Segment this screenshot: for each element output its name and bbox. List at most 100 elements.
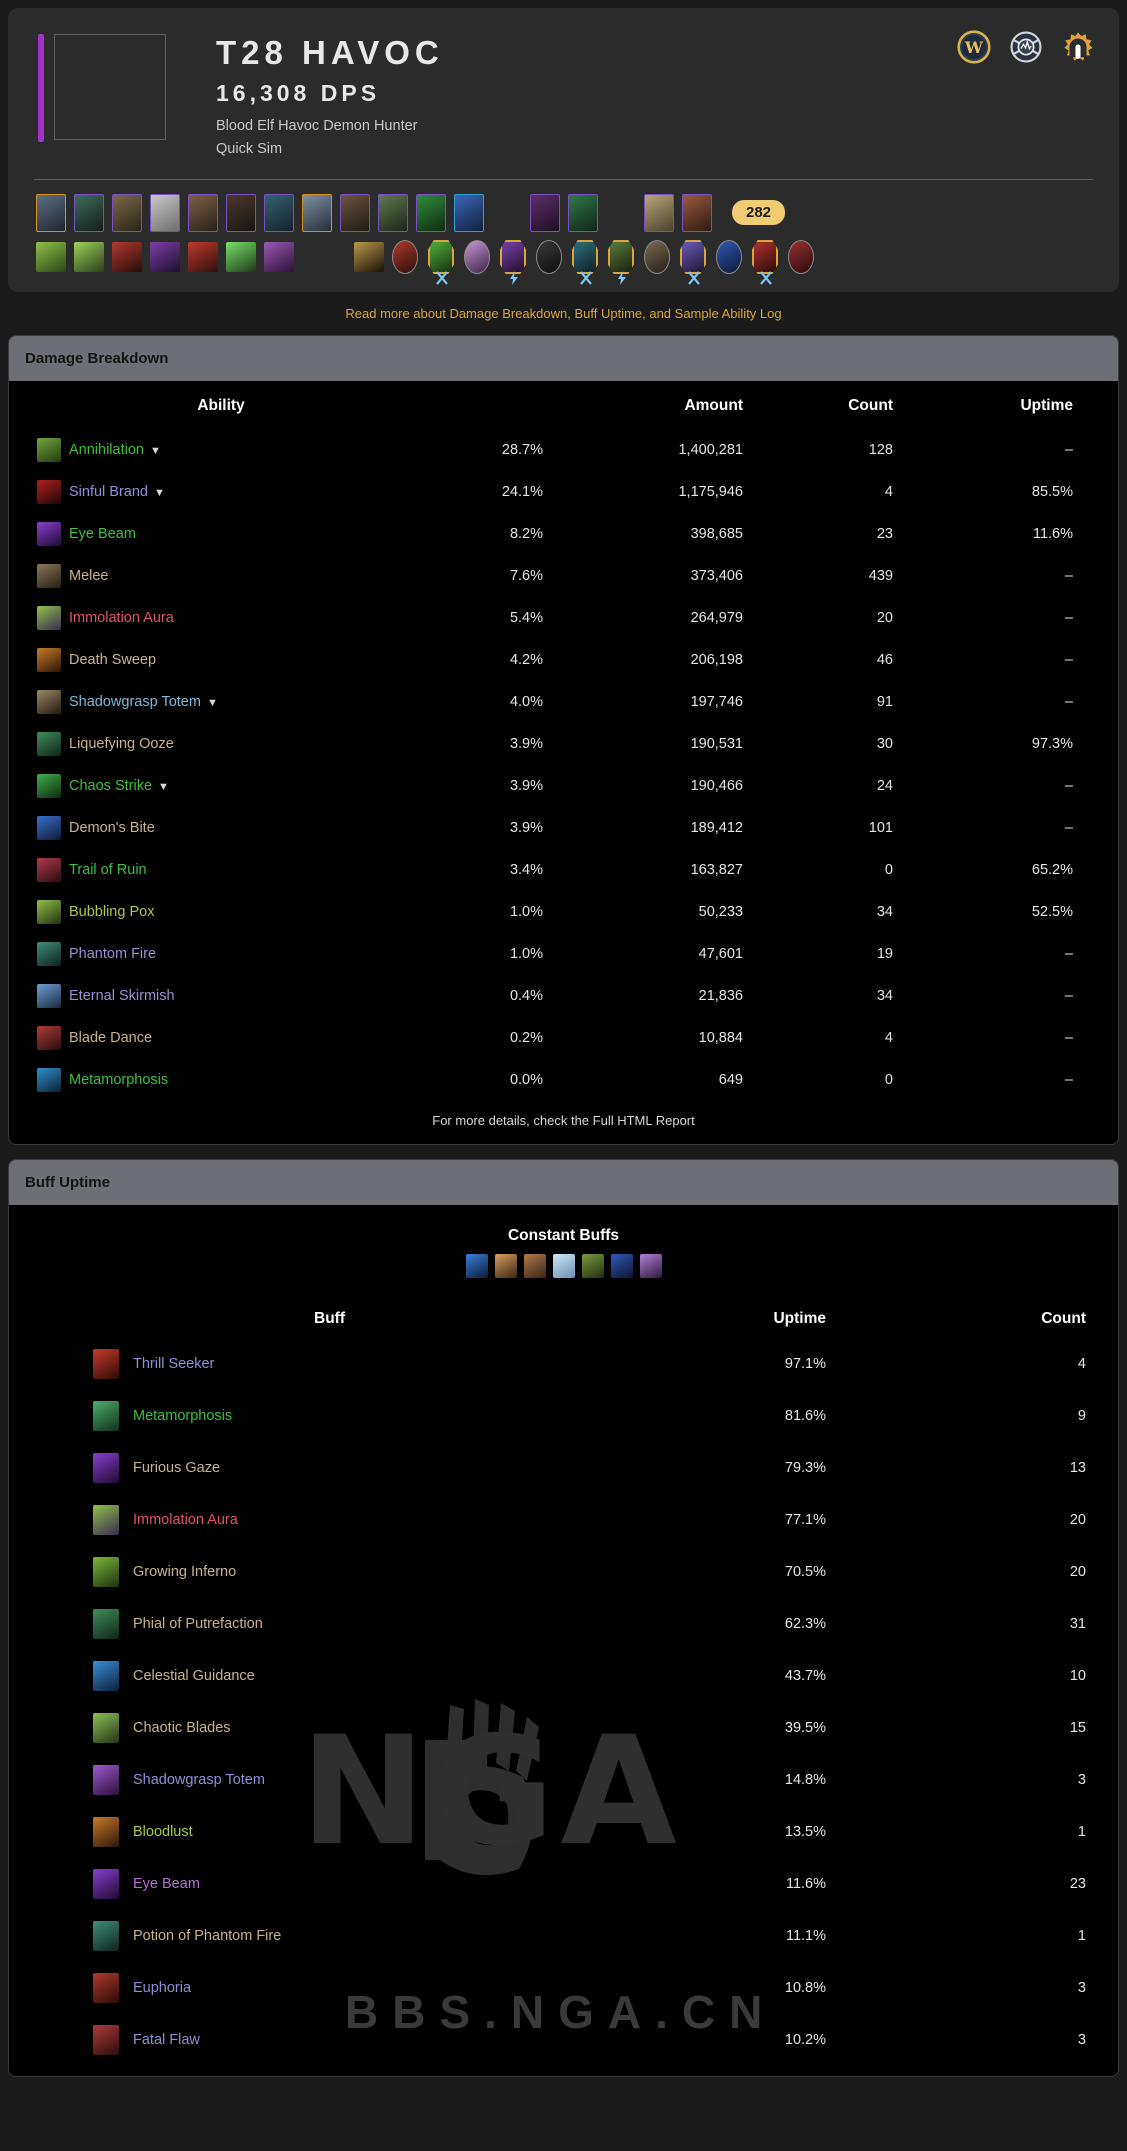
talent-7[interactable]	[264, 241, 294, 272]
ability-link[interactable]: Bubbling Pox	[69, 904, 154, 920]
list-item: Shadowgrasp Totem 14.8% 3	[9, 1754, 1118, 1806]
list-item: Celestial Guidance 43.7% 10	[9, 1650, 1118, 1702]
soulbind-4[interactable]	[644, 239, 672, 274]
ability-count-cell: 0	[884, 1071, 893, 1088]
full-report-note[interactable]: For more details, check the Full HTML Re…	[9, 1101, 1118, 1134]
buff-link[interactable]: Metamorphosis	[133, 1408, 232, 1424]
buff-link[interactable]: Shadowgrasp Totem	[133, 1772, 265, 1788]
buff-link[interactable]: Furious Gaze	[133, 1460, 220, 1476]
wow-armory-icon[interactable]: W	[957, 30, 991, 64]
gear-trinket2[interactable]	[568, 193, 598, 232]
buff-link[interactable]: Celestial Guidance	[133, 1668, 255, 1684]
read-more-link[interactable]: Read more about Damage Breakdown, Buff U…	[345, 306, 781, 321]
conduit-1[interactable]	[428, 239, 456, 285]
gear-ring2[interactable]	[454, 193, 484, 232]
gear-head[interactable]	[36, 193, 66, 232]
ability-link[interactable]: Liquefying Ooze	[69, 736, 174, 752]
buff-icon	[93, 1504, 119, 1535]
damage-breakdown-panel: Damage Breakdown Ability Amount Count Up…	[8, 334, 1119, 1145]
talent-4[interactable]	[150, 241, 180, 272]
talent-2[interactable]	[74, 241, 104, 272]
ability-link[interactable]: Melee	[69, 568, 109, 584]
buff-link[interactable]: Growing Inferno	[133, 1564, 236, 1580]
gear-ring1[interactable]	[416, 193, 446, 232]
ability-link[interactable]: Blade Dance	[69, 1030, 152, 1046]
buff-link[interactable]: Phial of Putrefaction	[133, 1616, 263, 1632]
ability-link[interactable]: Metamorphosis	[69, 1072, 168, 1088]
buff-uptime-cell: 81.6%	[784, 1407, 826, 1424]
conduit-4[interactable]	[608, 239, 636, 285]
ability-count-cell: 20	[876, 609, 893, 626]
conduit-2[interactable]	[500, 239, 528, 285]
list-item: Furious Gaze 79.3% 13	[9, 1442, 1118, 1494]
buff-link[interactable]: Euphoria	[133, 1980, 191, 1996]
ability-link[interactable]: Phantom Fire	[69, 946, 156, 962]
warcraft-logs-icon[interactable]	[1009, 30, 1043, 64]
soulbind-2[interactable]	[464, 239, 492, 274]
list-item: Fatal Flaw 10.2% 3	[9, 2014, 1118, 2066]
list-item: Euphoria 10.8% 3	[9, 1962, 1118, 2014]
ability-icon	[37, 563, 61, 588]
ability-link[interactable]: Death Sweep	[69, 652, 156, 668]
raidbots-icon[interactable]	[1061, 30, 1095, 64]
buff-link[interactable]: Chaotic Blades	[133, 1720, 231, 1736]
soulbind-6[interactable]	[788, 239, 816, 274]
gear-offhand[interactable]	[682, 193, 712, 232]
ability-link[interactable]: Sinful Brand	[69, 484, 148, 500]
buff-icon-cell	[9, 1546, 133, 1598]
buff-name-cell: Immolation Aura	[133, 1494, 526, 1546]
ability-link[interactable]: Annihilation	[69, 442, 144, 458]
gear-mainhand[interactable]	[644, 193, 674, 232]
ability-icon-cell	[9, 1017, 69, 1059]
buff-link[interactable]: Potion of Phantom Fire	[133, 1928, 281, 1944]
gear-feet[interactable]	[378, 193, 408, 232]
talent-6[interactable]	[226, 241, 256, 272]
ability-percent-cell: 0.0%	[509, 1071, 543, 1088]
soulbind-1[interactable]	[392, 239, 420, 274]
talent-5[interactable]	[188, 241, 218, 272]
buff-header-row: Buff Uptime Count	[9, 1282, 1118, 1338]
ability-link[interactable]: Eternal Skirmish	[69, 988, 175, 1004]
ability-link[interactable]: Immolation Aura	[69, 610, 174, 626]
buff-count-cell: 10	[1069, 1667, 1086, 1684]
buff-link[interactable]: Eye Beam	[133, 1876, 200, 1892]
gear-neck[interactable]	[74, 193, 104, 232]
buff-link[interactable]: Fatal Flaw	[133, 2032, 200, 2048]
table-row: Eye Beam 8.2% 398,685 23 11.6%	[9, 513, 1118, 555]
soulbind-3[interactable]	[536, 239, 564, 274]
gear-wrist[interactable]	[264, 193, 294, 232]
ability-link[interactable]: Demon's Bite	[69, 820, 155, 836]
gear-trinket1[interactable]	[530, 193, 560, 232]
chevron-down-icon[interactable]: ▼	[158, 781, 169, 793]
ability-link[interactable]: Eye Beam	[69, 526, 136, 542]
ability-amount-cell: 190,531	[690, 735, 743, 752]
covenant-icon[interactable]	[354, 241, 384, 272]
gear-shoulder[interactable]	[112, 193, 142, 232]
conduit-6[interactable]	[752, 239, 780, 285]
talent-3[interactable]	[112, 241, 142, 272]
gear-waist[interactable]	[226, 193, 256, 232]
ability-icon-cell	[9, 681, 69, 723]
buff-link[interactable]: Immolation Aura	[133, 1512, 238, 1528]
chevron-down-icon[interactable]: ▼	[154, 487, 165, 499]
gear-legs[interactable]	[340, 193, 370, 232]
soulbind-5[interactable]	[716, 239, 744, 274]
buff-uptime-cell: 62.3%	[784, 1615, 826, 1632]
ability-uptime-cell: –	[1064, 777, 1073, 794]
conduit-3[interactable]	[572, 239, 600, 285]
conduit-5[interactable]	[680, 239, 708, 285]
chevron-down-icon[interactable]: ▼	[207, 697, 218, 709]
buff-link[interactable]: Bloodlust	[133, 1824, 193, 1840]
ability-link[interactable]: Chaos Strike	[69, 778, 152, 794]
table-row: Phantom Fire 1.0% 47,601 19 –	[9, 933, 1118, 975]
gear-back[interactable]	[150, 193, 180, 232]
buff-count-cell: 1	[1077, 1823, 1086, 1840]
ability-link[interactable]: Trail of Ruin	[69, 862, 147, 878]
sim-type-label: Quick Sim	[216, 140, 283, 157]
gear-chest[interactable]	[188, 193, 218, 232]
talent-1[interactable]	[36, 241, 66, 272]
buff-link[interactable]: Thrill Seeker	[133, 1356, 214, 1372]
chevron-down-icon[interactable]: ▼	[150, 445, 161, 457]
gear-hands[interactable]	[302, 193, 332, 232]
ability-link[interactable]: Shadowgrasp Totem	[69, 694, 201, 710]
